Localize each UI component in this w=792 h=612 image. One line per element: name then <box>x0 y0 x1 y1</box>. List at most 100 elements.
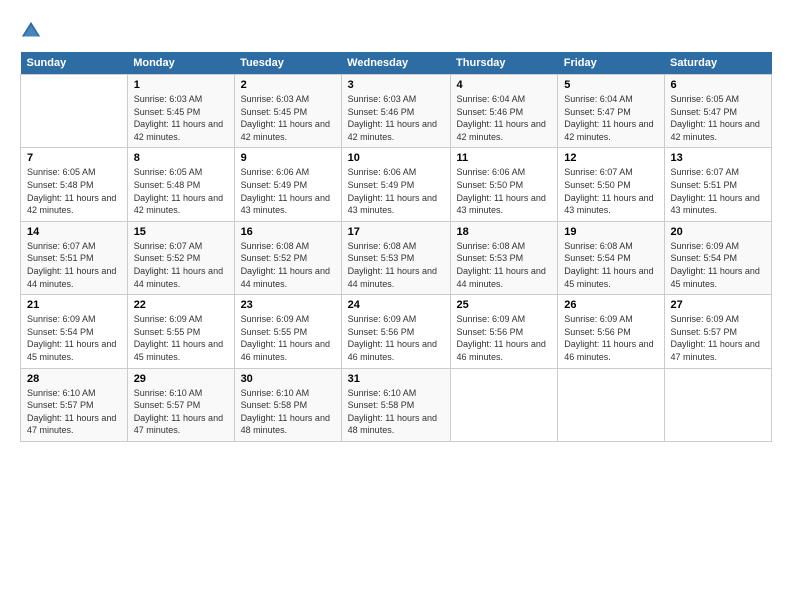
day-info: Sunrise: 6:09 AM Sunset: 5:56 PM Dayligh… <box>564 313 657 363</box>
day-header-friday: Friday <box>558 52 664 75</box>
day-info: Sunrise: 6:10 AM Sunset: 5:57 PM Dayligh… <box>134 387 228 437</box>
calendar-cell: 18Sunrise: 6:08 AM Sunset: 5:53 PM Dayli… <box>450 221 558 294</box>
day-info: Sunrise: 6:04 AM Sunset: 5:47 PM Dayligh… <box>564 93 657 143</box>
day-number: 8 <box>134 152 228 164</box>
calendar-cell: 10 Sunrise: 6:06 AM Sunset: 5:49 PM Dayli… <box>341 148 450 221</box>
day-number: 31 <box>348 373 444 385</box>
calendar-cell: 11 Sunrise: 6:06 AM Sunset: 5:50 PM Dayli… <box>450 148 558 221</box>
day-number: 15 <box>134 226 228 238</box>
calendar-cell <box>21 75 128 148</box>
calendar-cell <box>450 368 558 441</box>
day-header-sunday: Sunday <box>21 52 128 75</box>
calendar-cell: 4 Sunrise: 6:04 AM Sunset: 5:46 PM Daylig… <box>450 75 558 148</box>
day-info: Sunrise: 6:09 AM Sunset: 5:54 PM Dayligh… <box>27 313 121 363</box>
day-number: 5 <box>564 79 657 91</box>
day-info: Sunrise: 6:06 AM Sunset: 5:50 PM Dayligh… <box>457 166 552 216</box>
calendar-cell: 17Sunrise: 6:08 AM Sunset: 5:53 PM Dayli… <box>341 221 450 294</box>
day-info: Sunrise: 6:09 AM Sunset: 5:55 PM Dayligh… <box>134 313 228 363</box>
calendar-cell: 6 Sunrise: 6:05 AM Sunset: 5:47 PM Daylig… <box>664 75 771 148</box>
calendar-cell: 27Sunrise: 6:09 AM Sunset: 5:57 PM Dayli… <box>664 295 771 368</box>
week-row-2: 7 Sunrise: 6:05 AM Sunset: 5:48 PM Daylig… <box>21 148 772 221</box>
day-info: Sunrise: 6:09 AM Sunset: 5:56 PM Dayligh… <box>457 313 552 363</box>
calendar-cell: 28 Sunrise: 6:10 AM Sunset: 5:57 PM Dayli… <box>21 368 128 441</box>
calendar-cell: 30 Sunrise: 6:10 AM Sunset: 5:58 PM Dayli… <box>234 368 341 441</box>
day-number: 19 <box>564 226 657 238</box>
day-info: Sunrise: 6:09 AM Sunset: 5:55 PM Dayligh… <box>241 313 335 363</box>
day-number: 13 <box>671 152 765 164</box>
calendar-cell: 5 Sunrise: 6:04 AM Sunset: 5:47 PM Daylig… <box>558 75 664 148</box>
calendar-table: SundayMondayTuesdayWednesdayThursdayFrid… <box>20 52 772 442</box>
day-number: 11 <box>457 152 552 164</box>
day-header-wednesday: Wednesday <box>341 52 450 75</box>
day-header-monday: Monday <box>127 52 234 75</box>
calendar-cell: 31 Sunrise: 6:10 AM Sunset: 5:58 PM Dayli… <box>341 368 450 441</box>
day-number: 20 <box>671 226 765 238</box>
day-info: Sunrise: 6:05 AM Sunset: 5:47 PM Dayligh… <box>671 93 765 143</box>
day-number: 4 <box>457 79 552 91</box>
day-info: Sunrise: 6:03 AM Sunset: 5:45 PM Dayligh… <box>241 93 335 143</box>
calendar-cell: 24 Sunrise: 6:09 AM Sunset: 5:56 PM Dayli… <box>341 295 450 368</box>
logo-icon <box>20 20 42 42</box>
day-number: 14 <box>27 226 121 238</box>
calendar-cell: 16 Sunrise: 6:08 AM Sunset: 5:52 PM Dayli… <box>234 221 341 294</box>
calendar-cell: 20Sunrise: 6:09 AM Sunset: 5:54 PM Dayli… <box>664 221 771 294</box>
day-info: Sunrise: 6:08 AM Sunset: 5:52 PM Dayligh… <box>241 240 335 290</box>
day-info: Sunrise: 6:04 AM Sunset: 5:46 PM Dayligh… <box>457 93 552 143</box>
day-number: 29 <box>134 373 228 385</box>
logo <box>20 18 44 42</box>
calendar-cell: 1Sunrise: 6:03 AM Sunset: 5:45 PM Daylig… <box>127 75 234 148</box>
day-number: 7 <box>27 152 121 164</box>
header <box>20 18 772 42</box>
day-info: Sunrise: 6:06 AM Sunset: 5:49 PM Dayligh… <box>348 166 444 216</box>
calendar-cell: 12Sunrise: 6:07 AM Sunset: 5:50 PM Dayli… <box>558 148 664 221</box>
day-info: Sunrise: 6:03 AM Sunset: 5:46 PM Dayligh… <box>348 93 444 143</box>
calendar-cell: 7 Sunrise: 6:05 AM Sunset: 5:48 PM Daylig… <box>21 148 128 221</box>
day-number: 10 <box>348 152 444 164</box>
day-info: Sunrise: 6:07 AM Sunset: 5:50 PM Dayligh… <box>564 166 657 216</box>
day-number: 28 <box>27 373 121 385</box>
week-row-1: 1 Sunrise: 6:03 AM Sunset: 5:45 PM Daylig… <box>21 75 772 148</box>
day-number: 26 <box>564 299 657 311</box>
day-number: 21 <box>27 299 121 311</box>
day-info: Sunrise: 6:08 AM Sunset: 5:54 PM Dayligh… <box>564 240 657 290</box>
day-number: 18 <box>457 226 552 238</box>
day-header-tuesday: Tuesday <box>234 52 341 75</box>
day-info: Sunrise: 6:10 AM Sunset: 5:57 PM Dayligh… <box>27 387 121 437</box>
day-info: Sunrise: 6:07 AM Sunset: 5:52 PM Dayligh… <box>134 240 228 290</box>
day-header-thursday: Thursday <box>450 52 558 75</box>
day-info: Sunrise: 6:07 AM Sunset: 5:51 PM Dayligh… <box>27 240 121 290</box>
calendar-page: SundayMondayTuesdayWednesdayThursdayFrid… <box>0 0 792 612</box>
calendar-cell: 23Sunrise: 6:09 AM Sunset: 5:55 PM Dayli… <box>234 295 341 368</box>
day-info: Sunrise: 6:10 AM Sunset: 5:58 PM Dayligh… <box>241 387 335 437</box>
calendar-cell: 13 Sunrise: 6:07 AM Sunset: 5:51 PM Dayli… <box>664 148 771 221</box>
day-number: 27 <box>671 299 765 311</box>
week-row-3: 14 Sunrise: 6:07 AM Sunset: 5:51 PM Dayli… <box>21 221 772 294</box>
day-info: Sunrise: 6:10 AM Sunset: 5:58 PM Dayligh… <box>348 387 444 437</box>
week-row-5: 28 Sunrise: 6:10 AM Sunset: 5:57 PM Dayli… <box>21 368 772 441</box>
calendar-cell: 8 Sunrise: 6:05 AM Sunset: 5:48 PM Daylig… <box>127 148 234 221</box>
day-number: 17 <box>348 226 444 238</box>
day-info: Sunrise: 6:05 AM Sunset: 5:48 PM Dayligh… <box>134 166 228 216</box>
day-number: 24 <box>348 299 444 311</box>
calendar-cell <box>558 368 664 441</box>
calendar-cell: 14 Sunrise: 6:07 AM Sunset: 5:51 PM Dayli… <box>21 221 128 294</box>
day-number: 30 <box>241 373 335 385</box>
day-info: Sunrise: 6:07 AM Sunset: 5:51 PM Dayligh… <box>671 166 765 216</box>
day-number: 1 <box>134 79 228 91</box>
calendar-cell: 22 Sunrise: 6:09 AM Sunset: 5:55 PM Dayli… <box>127 295 234 368</box>
calendar-cell <box>664 368 771 441</box>
day-number: 3 <box>348 79 444 91</box>
day-number: 9 <box>241 152 335 164</box>
day-info: Sunrise: 6:06 AM Sunset: 5:49 PM Dayligh… <box>241 166 335 216</box>
calendar-cell: 21 Sunrise: 6:09 AM Sunset: 5:54 PM Dayli… <box>21 295 128 368</box>
days-header-row: SundayMondayTuesdayWednesdayThursdayFrid… <box>21 52 772 75</box>
calendar-cell: 29 Sunrise: 6:10 AM Sunset: 5:57 PM Dayli… <box>127 368 234 441</box>
day-info: Sunrise: 6:09 AM Sunset: 5:56 PM Dayligh… <box>348 313 444 363</box>
day-number: 6 <box>671 79 765 91</box>
day-number: 16 <box>241 226 335 238</box>
calendar-cell: 9 Sunrise: 6:06 AM Sunset: 5:49 PM Daylig… <box>234 148 341 221</box>
calendar-cell: 2Sunrise: 6:03 AM Sunset: 5:45 PM Daylig… <box>234 75 341 148</box>
day-info: Sunrise: 6:05 AM Sunset: 5:48 PM Dayligh… <box>27 166 121 216</box>
day-header-saturday: Saturday <box>664 52 771 75</box>
day-number: 22 <box>134 299 228 311</box>
